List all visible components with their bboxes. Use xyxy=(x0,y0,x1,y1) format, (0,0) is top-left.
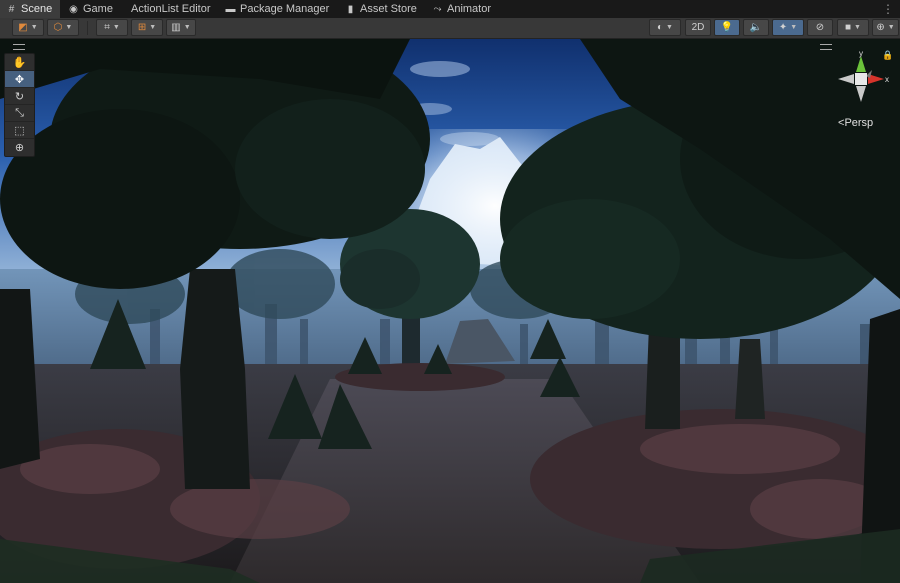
two-d-label: 2D xyxy=(691,22,705,33)
forest-scene-render xyxy=(0,39,900,583)
rotate-tool-button[interactable]: ↻ xyxy=(5,88,34,105)
transform-tool-button[interactable]: ⊕ xyxy=(5,139,34,156)
bag-icon: ▮ xyxy=(347,3,354,15)
lighting-toggle[interactable]: 💡 xyxy=(714,19,740,36)
tools-overlay: ✋ ✥ ↻ ⤡ ⬚ ⊕ xyxy=(4,53,35,157)
tab-scene[interactable]: # Scene xyxy=(0,0,60,18)
effects-dropdown[interactable]: ✦ ▼ xyxy=(772,19,804,36)
tab-scene-label: Scene xyxy=(21,3,53,15)
gizmos-dropdown[interactable]: ⊕ ▼ xyxy=(872,19,899,36)
y-axis-label: y xyxy=(859,50,863,58)
orientation-gizmo[interactable]: y x xyxy=(832,50,890,108)
grid-snap-icon: ⌗ xyxy=(104,22,110,33)
render-mode-icon: ◐ xyxy=(657,22,664,33)
projection-toggle[interactable]: <Persp xyxy=(838,117,873,129)
grid-snap-dropdown[interactable]: ⌗ ▼ xyxy=(96,19,128,36)
move-tool-icon: ✥ xyxy=(14,73,25,86)
scale-tool-icon: ⤡ xyxy=(15,106,24,119)
pivot-icon: ▥ xyxy=(171,22,181,33)
gamepad-icon: ◉ xyxy=(69,3,78,15)
toolbar-drag-handle[interactable] xyxy=(13,44,25,50)
shading-icon: ⬡ xyxy=(53,22,63,33)
rect-tool-icon: ⬚ xyxy=(14,124,25,137)
x-axis-label: x xyxy=(885,75,889,84)
hand-tool-icon: ✋ xyxy=(12,56,27,69)
tab-asset-store[interactable]: ▮ Asset Store xyxy=(345,0,417,18)
lighting-icon: 💡 xyxy=(720,22,734,33)
tab-animator-label: Animator xyxy=(447,3,492,15)
rect-tool-button[interactable]: ⬚ xyxy=(5,122,34,139)
tab-actionlist-label: ActionList Editor xyxy=(131,3,211,15)
draw-mode-icon: ◩ xyxy=(18,22,28,33)
two-d-toggle[interactable]: 2D xyxy=(685,19,711,36)
tab-game[interactable]: ◉ Game xyxy=(68,0,113,18)
scene-viewport[interactable]: ✋ ✥ ↻ ⤡ ⬚ ⊕ 🔒 y x <Persp xyxy=(0,39,900,583)
toolbar-divider xyxy=(87,21,88,35)
neg-y-axis-cone[interactable] xyxy=(856,86,866,102)
audio-icon: 🔈 xyxy=(749,22,763,33)
effects-icon: ✦ xyxy=(778,22,788,33)
increment-snap-dropdown[interactable]: ⊞ ▼ xyxy=(131,19,163,36)
hidden-icon: ⊘ xyxy=(815,22,825,33)
more-options-icon[interactable]: ⋮ xyxy=(882,2,894,16)
render-mode-dropdown[interactable]: ◐ ▼ xyxy=(649,19,681,36)
gizmo-drag-handle[interactable] xyxy=(820,44,832,50)
center-cube[interactable] xyxy=(855,73,867,85)
move-tool-button[interactable]: ✥ xyxy=(5,71,34,88)
rotate-tool-icon: ↻ xyxy=(14,90,25,103)
tab-package-label: Package Manager xyxy=(240,3,330,15)
hidden-objects-toggle[interactable]: ⊘ xyxy=(807,19,833,36)
projection-label: Persp xyxy=(844,117,874,129)
tab-game-label: Game xyxy=(83,3,113,15)
gizmos-icon: ⊕ xyxy=(876,22,885,33)
grid-icon: # xyxy=(8,3,15,15)
increment-snap-icon: ⊞ xyxy=(137,22,147,33)
tab-package-manager[interactable]: ▬ Package Manager xyxy=(225,0,330,18)
camera-icon: ■ xyxy=(845,22,852,33)
package-icon: ▬ xyxy=(225,3,236,15)
draw-mode-dropdown[interactable]: ◩ ▼ xyxy=(12,19,44,36)
scale-tool-button[interactable]: ⤡ xyxy=(5,105,34,122)
transform-tool-icon: ⊕ xyxy=(14,142,25,154)
camera-dropdown[interactable]: ■ ▼ xyxy=(837,19,869,36)
neg-x-axis-cone[interactable] xyxy=(838,74,854,84)
pivot-dropdown[interactable]: ▥ ▼ xyxy=(166,19,196,36)
scene-toolbar: ◩ ▼ ⬡ ▼ ⌗ ▼ ⊞ ▼ ▥ ▼ ◐ ▼ 2D 💡 🔈 ✦ ▼ ⊘ ■ ▼ ⊕ ▼ xyxy=(0,18,900,39)
shading-dropdown[interactable]: ⬡ ▼ xyxy=(47,19,79,36)
editor-tab-bar: # Scene ◉ Game ActionList Editor ▬ Packa… xyxy=(0,0,900,19)
audio-toggle[interactable]: 🔈 xyxy=(743,19,769,36)
tab-animator[interactable]: ⤳ Animator xyxy=(432,0,492,18)
animator-icon: ⤳ xyxy=(433,3,442,15)
y-axis-cone[interactable] xyxy=(856,56,866,72)
tab-actionlist-editor[interactable]: ActionList Editor xyxy=(131,0,210,18)
hand-tool-button[interactable]: ✋ xyxy=(5,54,34,71)
tab-asset-label: Asset Store xyxy=(360,3,417,15)
